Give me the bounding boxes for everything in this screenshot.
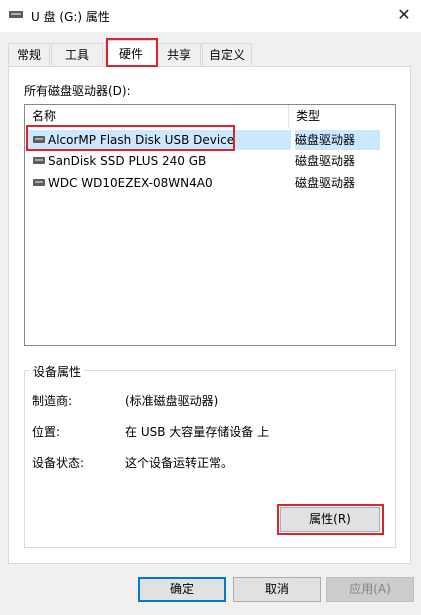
disk-name: SanDisk SSD PLUS 240 GB xyxy=(48,154,207,168)
device-status-label: 设备状态: xyxy=(32,456,85,470)
window-title: U 盘 (G:) 属性 xyxy=(31,10,110,24)
disk-type: 磁盘驱动器 xyxy=(295,130,380,150)
title-bar: U 盘 (G:) 属性 ✕ xyxy=(0,0,421,32)
disk-drive-list[interactable]: 名称 类型 AlcorMP Flash Disk USB Device 磁盘驱动… xyxy=(24,104,396,346)
tab-customize[interactable]: 自定义 xyxy=(202,43,252,65)
table-row[interactable]: SanDisk SSD PLUS 240 GB 磁盘驱动器 xyxy=(25,151,395,171)
column-header-name[interactable]: 名称 xyxy=(25,105,289,127)
location-value: 在 USB 大容量存储设备 上 xyxy=(125,425,270,439)
close-button[interactable]: ✕ xyxy=(387,0,421,32)
apply-button[interactable]: 应用(A) xyxy=(326,577,414,602)
disk-list-label: 所有磁盘驱动器(D): xyxy=(24,84,131,98)
tab-sharing[interactable]: 共享 xyxy=(157,43,201,65)
close-icon: ✕ xyxy=(397,5,411,24)
ok-button[interactable]: 确定 xyxy=(138,577,226,602)
device-properties-title: 设备属性 xyxy=(30,363,85,380)
tab-general[interactable]: 常规 xyxy=(8,43,50,65)
disk-name: WDC WD10EZEX-08WN4A0 xyxy=(48,176,213,190)
properties-button[interactable]: 属性(R) xyxy=(280,507,380,532)
manufacturer-label: 制造商: xyxy=(32,394,73,408)
disk-name: AlcorMP Flash Disk USB Device xyxy=(48,133,235,147)
table-row[interactable]: WDC WD10EZEX-08WN4A0 磁盘驱动器 xyxy=(25,173,395,193)
cancel-button[interactable]: 取消 xyxy=(233,577,321,602)
tab-tools[interactable]: 工具 xyxy=(51,43,103,65)
usb-drive-icon xyxy=(9,11,23,18)
column-header-type[interactable]: 类型 xyxy=(289,105,395,127)
tab-hardware[interactable]: 硬件 xyxy=(105,40,157,66)
manufacturer-value: (标准磁盘驱动器) xyxy=(125,394,219,408)
disk-drive-icon xyxy=(33,179,45,186)
table-row[interactable]: AlcorMP Flash Disk USB Device 磁盘驱动器 xyxy=(25,130,395,150)
location-label: 位置: xyxy=(32,425,61,439)
disk-drive-icon xyxy=(33,136,45,143)
device-status-value: 这个设备运转正常。 xyxy=(125,456,234,470)
disk-type: 磁盘驱动器 xyxy=(295,154,356,168)
disk-drive-icon xyxy=(33,157,45,164)
disk-type: 磁盘驱动器 xyxy=(295,176,356,190)
